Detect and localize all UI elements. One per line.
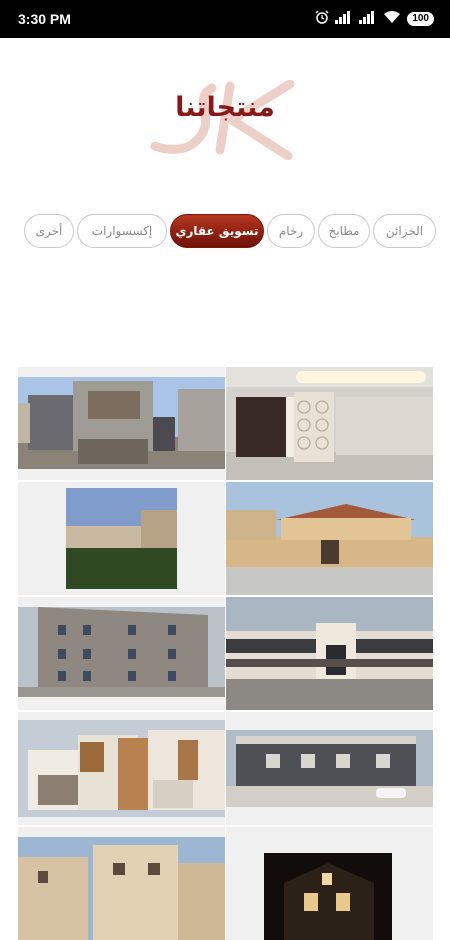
property-photo-3[interactable] <box>66 488 177 589</box>
tab-marble[interactable]: رخام <box>267 214 315 248</box>
gallery-item[interactable] <box>226 482 433 595</box>
signal-icon <box>335 10 353 29</box>
property-photo-9[interactable] <box>18 837 225 940</box>
category-tabs: الخزائن مطابخ رخام تسويق عقاري إكسسوارات… <box>24 213 436 249</box>
tab-accessories[interactable]: إكسسوارات <box>77 214 167 248</box>
gallery-item[interactable] <box>18 827 225 940</box>
status-icons: 100 <box>315 9 434 29</box>
tab-other[interactable]: أخرى <box>24 214 74 248</box>
gallery-item[interactable] <box>226 712 433 825</box>
page-title: منتجاتنا <box>175 92 275 123</box>
property-photo-5[interactable] <box>18 607 225 697</box>
wifi-icon <box>383 10 401 29</box>
status-time: 3:30 PM <box>18 11 71 27</box>
property-photo-10[interactable] <box>264 853 392 940</box>
signal-icon-2 <box>359 10 377 29</box>
status-bar: 3:30 PM 100 <box>0 0 450 38</box>
alarm-icon <box>315 9 329 29</box>
gallery-item[interactable] <box>18 367 225 480</box>
gallery-item[interactable] <box>226 597 433 710</box>
tab-kitchens[interactable]: مطابخ <box>318 214 370 248</box>
battery-icon: 100 <box>407 12 434 26</box>
gallery-item[interactable] <box>18 597 225 710</box>
property-photo-4[interactable] <box>226 482 433 595</box>
property-photo-1[interactable] <box>18 377 225 469</box>
gallery-grid <box>18 367 433 940</box>
property-photo-8[interactable] <box>226 730 433 807</box>
property-photo-6[interactable] <box>226 597 433 710</box>
property-photo-2[interactable] <box>226 367 433 480</box>
page-header: منتجاتنا <box>0 70 450 170</box>
tab-real-estate[interactable]: تسويق عقاري <box>170 214 264 248</box>
tab-cabinets[interactable]: الخزائن <box>373 214 436 248</box>
gallery-item[interactable] <box>18 482 225 595</box>
gallery-item[interactable] <box>226 827 433 940</box>
gallery-item[interactable] <box>18 712 225 825</box>
property-photo-7[interactable] <box>18 720 225 817</box>
gallery-item[interactable] <box>226 367 433 480</box>
